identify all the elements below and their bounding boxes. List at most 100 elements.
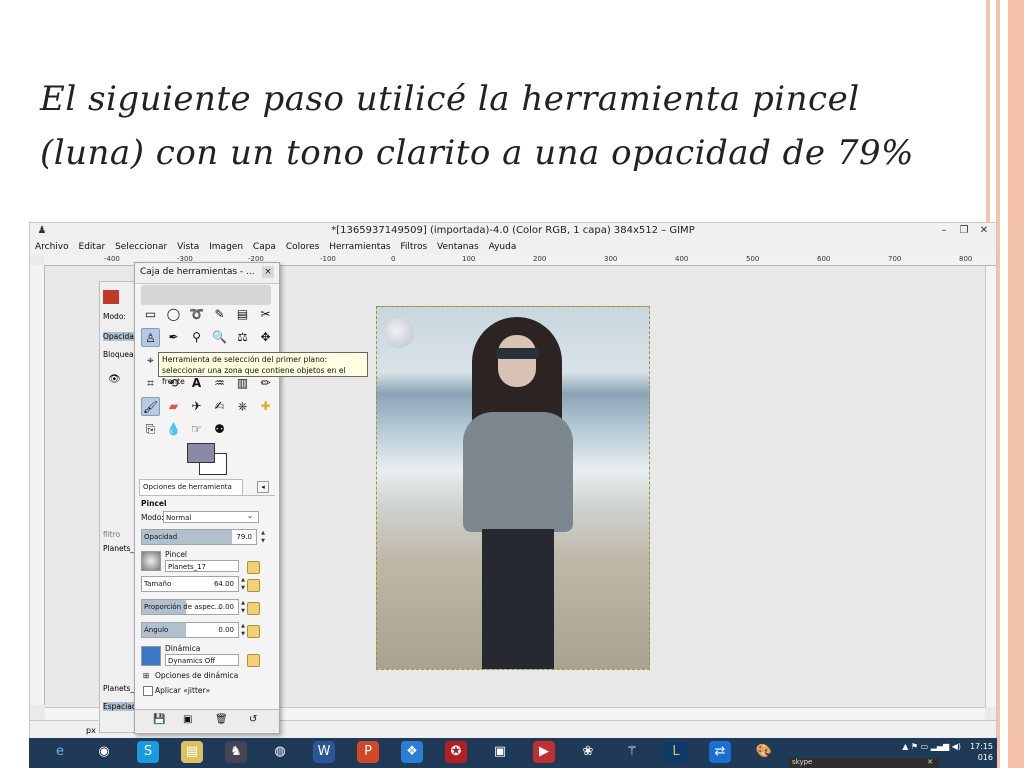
- opacity-spinner[interactable]: ▲ ▼: [259, 529, 267, 545]
- chrome-icon[interactable]: ◉: [93, 741, 115, 763]
- notification-close-icon[interactable]: ✕: [927, 758, 933, 766]
- smudge-icon[interactable]: ☞: [187, 420, 206, 439]
- brush-filter-input[interactable]: filtro: [103, 530, 120, 539]
- dropbox-icon[interactable]: ❖: [401, 741, 423, 763]
- skype-notification[interactable]: skype ✕: [789, 758, 939, 768]
- reset-options-icon[interactable]: ↺: [249, 714, 261, 726]
- delete-options-icon[interactable]: 🗑: [215, 714, 228, 726]
- paint-app-icon[interactable]: ❀: [577, 741, 599, 763]
- tab-tool-options[interactable]: Opciones de herramienta: [139, 479, 243, 495]
- chevron-down-icon[interactable]: ⌄: [247, 511, 253, 520]
- size-spinner[interactable]: ▲ ▼: [239, 576, 247, 592]
- close-button[interactable]: ✕: [974, 224, 994, 237]
- internet-explorer-icon[interactable]: e: [49, 741, 71, 763]
- dynamics-field[interactable]: Dynamics Off: [165, 654, 239, 666]
- scissors-icon[interactable]: ✂: [256, 305, 275, 324]
- globe-app-icon[interactable]: ◍: [269, 741, 291, 763]
- file-explorer-icon[interactable]: ▤: [181, 741, 203, 763]
- restore-options-icon[interactable]: ▣: [183, 714, 195, 726]
- paths-icon[interactable]: ✒: [164, 328, 183, 347]
- minimize-button[interactable]: –: [934, 224, 954, 237]
- aspect-slider[interactable]: Proporción de aspec... 0.00: [141, 599, 239, 615]
- fg-bg-colors[interactable]: [187, 443, 227, 477]
- image-canvas-photo[interactable]: [376, 306, 650, 670]
- photo-legs: [482, 529, 554, 669]
- media-player-icon[interactable]: ▶: [533, 741, 555, 763]
- dynamics-edit-button[interactable]: [247, 654, 260, 667]
- menu-imagen[interactable]: Imagen: [209, 242, 243, 252]
- airbrush-icon[interactable]: ✈: [187, 397, 206, 416]
- brush-preview[interactable]: [141, 551, 161, 571]
- gimp-taskbar-icon[interactable]: ♞: [225, 741, 247, 763]
- angle-reset-button[interactable]: [247, 625, 260, 638]
- menu-vista[interactable]: Vista: [177, 242, 199, 252]
- restore-button[interactable]: ❐: [954, 224, 974, 237]
- menu-ayuda[interactable]: Ayuda: [489, 242, 517, 252]
- menu-colores[interactable]: Colores: [286, 242, 320, 252]
- layers-tab-icon[interactable]: [103, 290, 119, 304]
- photo-shirt: [463, 412, 573, 532]
- dodge-burn-icon[interactable]: ⚉: [210, 420, 229, 439]
- rect-select-icon[interactable]: ▭: [141, 305, 160, 324]
- eraser-icon[interactable]: ▰: [164, 397, 183, 416]
- foreground-color-swatch[interactable]: [187, 443, 215, 463]
- brush-field[interactable]: Planets_17: [165, 560, 239, 572]
- menu-seleccionar[interactable]: Seleccionar: [115, 242, 167, 252]
- angle-slider[interactable]: Ángulo 0.00: [141, 622, 239, 638]
- measure-icon[interactable]: ⚖: [233, 328, 252, 347]
- toolbox-close-button[interactable]: ×: [262, 266, 274, 278]
- size-slider[interactable]: Tamaño 64.00: [141, 576, 239, 592]
- word-icon[interactable]: W: [313, 741, 335, 763]
- paintbrush-icon[interactable]: 🖌: [141, 397, 160, 416]
- vertical-ruler[interactable]: [30, 265, 45, 705]
- perspective-clone-icon[interactable]: ⎘: [141, 420, 160, 439]
- foreground-select-icon[interactable]: ♙: [141, 328, 160, 347]
- wilber-drop-area[interactable]: [141, 285, 271, 305]
- menu-herramientas[interactable]: Herramientas: [329, 242, 390, 252]
- tab-menu-icon[interactable]: ◂: [257, 481, 269, 493]
- select-by-color-icon[interactable]: ▤: [233, 305, 252, 324]
- fuzzy-select-icon[interactable]: ✎: [210, 305, 229, 324]
- taskbar-clock[interactable]: 17:15 016: [970, 741, 993, 763]
- free-select-icon[interactable]: ➰: [187, 305, 206, 324]
- opacity-slider[interactable]: Opacidad 79.0: [141, 529, 257, 545]
- menu-ventanas[interactable]: Ventanas: [437, 242, 479, 252]
- color-picker-icon[interactable]: ⚲: [187, 328, 206, 347]
- ink-icon[interactable]: ✍: [210, 397, 229, 416]
- teamviewer-icon[interactable]: ⇄: [709, 741, 731, 763]
- powerpoint-icon[interactable]: P: [357, 741, 379, 763]
- size-reset-button[interactable]: [247, 579, 260, 592]
- system-tray-icons[interactable]: ▲ ⚑ ▭ ▂▄▆ ◀): [902, 742, 961, 751]
- vertical-scrollbar[interactable]: [985, 266, 996, 707]
- expand-icon[interactable]: ⊞: [143, 671, 149, 680]
- paint-palette-icon[interactable]: 🎨: [753, 741, 775, 763]
- aspect-reset-button[interactable]: [247, 602, 260, 615]
- angle-spinner[interactable]: ▲ ▼: [239, 622, 247, 638]
- jitter-checkbox[interactable]: [143, 686, 153, 696]
- menu-archivo[interactable]: Archivo: [35, 242, 69, 252]
- ruler-tick: 400: [675, 255, 689, 263]
- skype-icon[interactable]: S: [137, 741, 159, 763]
- dynamics-options-expander[interactable]: Opciones de dinámica: [155, 671, 238, 680]
- window-title: *[1365937149509] (importada)-4.0 (Color …: [331, 225, 695, 236]
- brush-edit-button[interactable]: [247, 561, 260, 574]
- heal-icon[interactable]: ✚: [256, 397, 275, 416]
- bird-app-icon[interactable]: ⚚: [621, 741, 643, 763]
- clone-icon[interactable]: ⎈: [233, 397, 252, 416]
- zoom-icon[interactable]: 🔍: [210, 328, 229, 347]
- aspect-spinner[interactable]: ▲ ▼: [239, 599, 247, 615]
- ellipse-select-icon[interactable]: ◯: [164, 305, 183, 324]
- dynamics-preview[interactable]: [141, 646, 161, 666]
- move-icon[interactable]: ✥: [256, 328, 275, 347]
- menu-filtros[interactable]: Filtros: [400, 242, 427, 252]
- menu-editar[interactable]: Editar: [79, 242, 106, 252]
- red-app-icon[interactable]: ✪: [445, 741, 467, 763]
- mode-select[interactable]: Normal: [163, 511, 259, 523]
- save-options-icon[interactable]: 💾: [153, 714, 165, 726]
- unit-selector[interactable]: px: [86, 726, 96, 735]
- blur-icon[interactable]: 💧: [164, 420, 183, 439]
- remote-app-icon[interactable]: ▣: [489, 741, 511, 763]
- menu-capa[interactable]: Capa: [253, 242, 276, 252]
- league-icon[interactable]: L: [665, 741, 687, 763]
- eye-icon[interactable]: 👁: [108, 374, 121, 385]
